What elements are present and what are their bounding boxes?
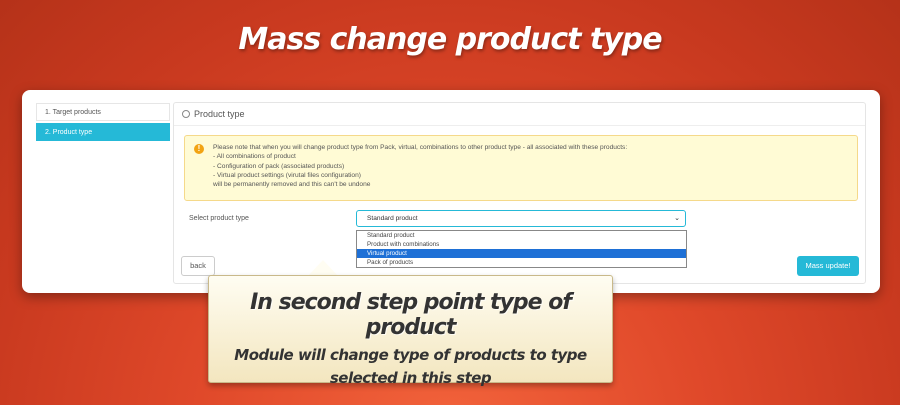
sidebar-item-product-type[interactable]: 2. Product type	[36, 123, 170, 141]
select-product-type-label: Select product type	[189, 215, 249, 222]
alert-line: Please note that when you will change pr…	[213, 144, 628, 151]
warning-alert: ! Please note that when you will change …	[184, 135, 858, 201]
option-pack-of-products[interactable]: Pack of products	[357, 258, 686, 267]
option-product-with-combinations[interactable]: Product with combinations	[357, 240, 686, 249]
chevron-down-icon: ⌄	[674, 215, 680, 222]
product-type-dropdown: Standard product Product with combinatio…	[356, 230, 687, 268]
panel-header: Product type	[174, 103, 865, 126]
alert-line: - Virtual product settings (virutal file…	[213, 171, 361, 179]
alert-line: - All combinations of product	[213, 153, 296, 161]
callout-pointer	[308, 260, 338, 276]
back-button[interactable]: back	[181, 256, 215, 276]
headline: Mass change product type	[238, 22, 662, 57]
steps-sidebar: 1. Target products 2. Product type	[36, 103, 170, 143]
option-virtual-product[interactable]: Virtual product	[357, 249, 686, 258]
alert-line: - Configuration of pack (associated prod…	[213, 162, 345, 170]
product-type-panel: Product type ! Please note that when you…	[173, 102, 866, 284]
warning-icon: !	[194, 144, 204, 154]
callout-body: Module will change type of products to t…	[234, 346, 587, 387]
alert-line: will be permanently removed and this can…	[213, 181, 371, 189]
option-standard-product[interactable]: Standard product	[357, 231, 686, 240]
callout-title: In second step point type of product	[250, 290, 572, 340]
select-value: Standard product	[367, 215, 418, 222]
settings-icon	[182, 110, 190, 118]
product-type-select[interactable]: Standard product ⌄	[356, 210, 686, 227]
module-card: 1. Target products 2. Product type Produ…	[22, 90, 880, 293]
mass-update-button[interactable]: Mass update!	[797, 256, 859, 276]
sidebar-item-target-products[interactable]: 1. Target products	[36, 103, 170, 121]
panel-title: Product type	[194, 109, 245, 119]
callout-box: In second step point type of product Mod…	[208, 275, 613, 387]
